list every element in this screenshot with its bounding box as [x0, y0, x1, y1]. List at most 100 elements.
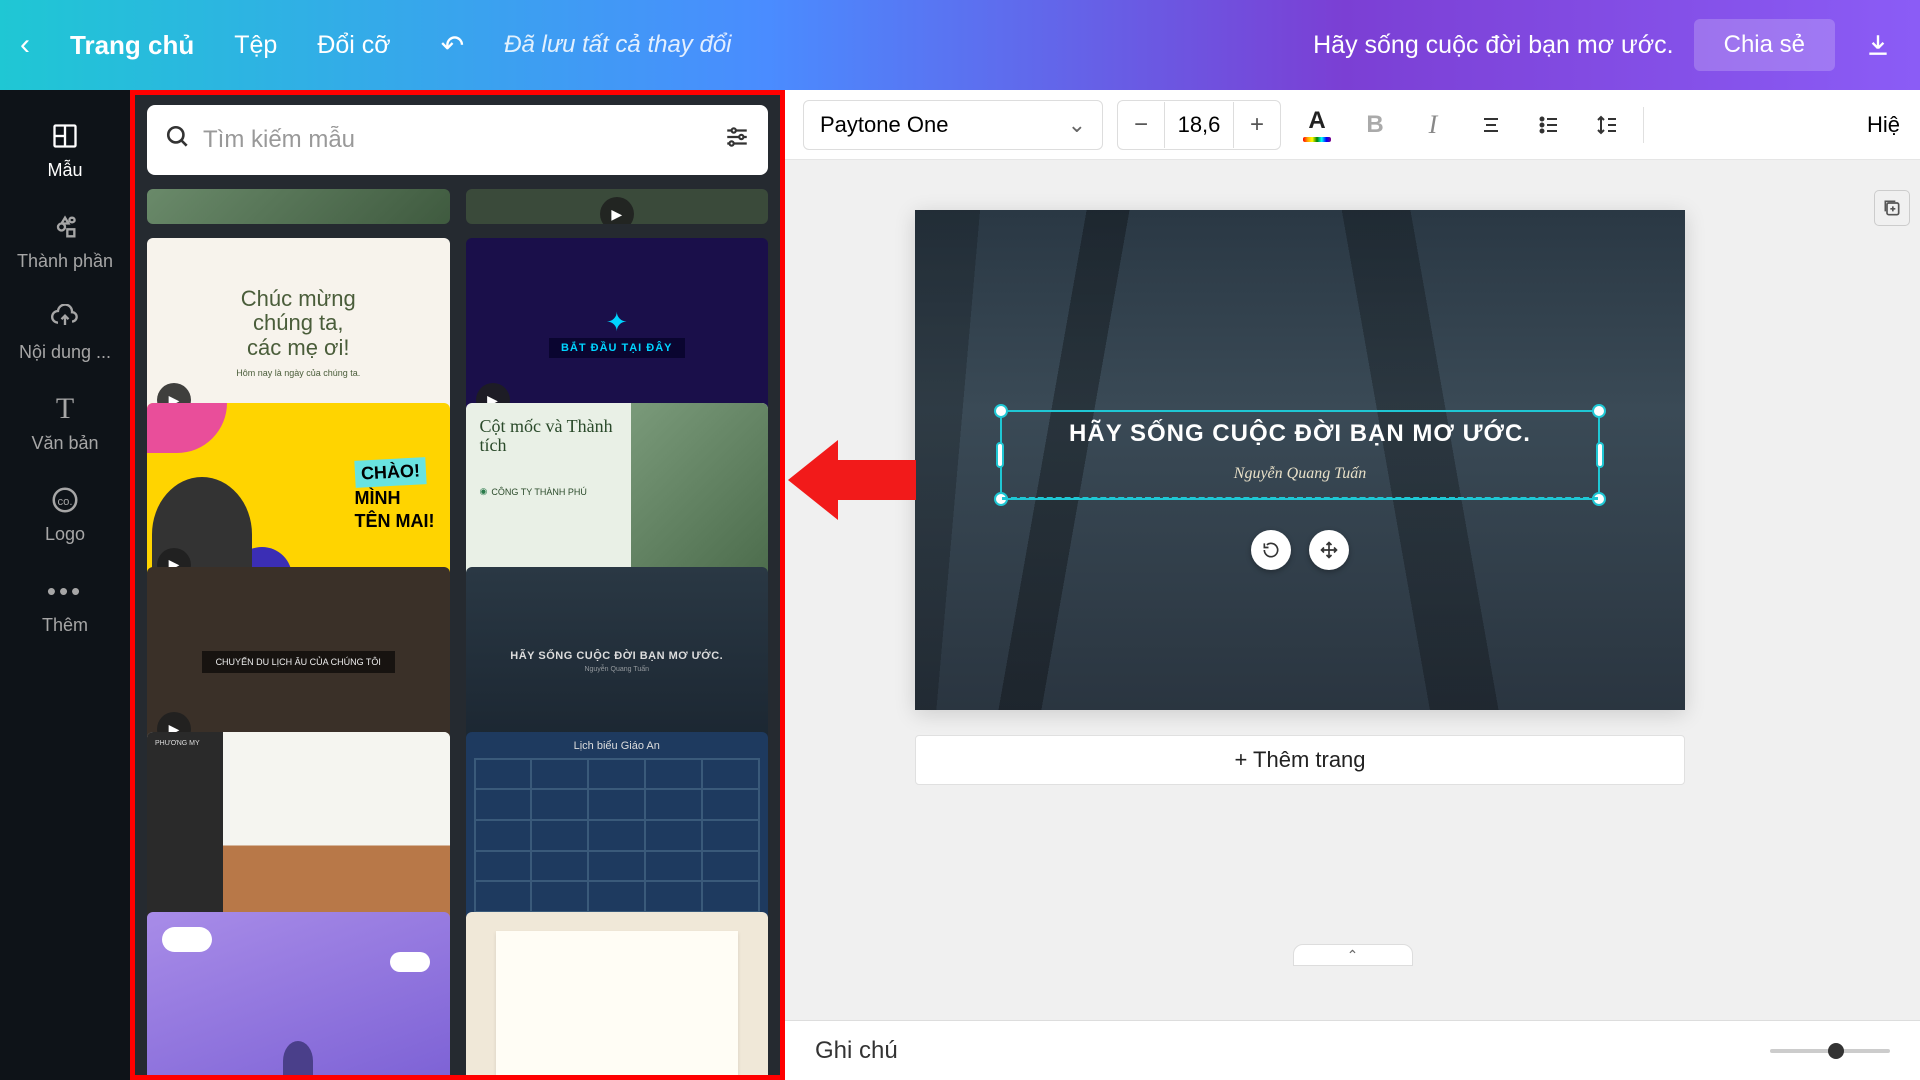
- template-card[interactable]: ▶: [466, 189, 769, 224]
- effects-button[interactable]: Hiệ: [1867, 112, 1902, 138]
- template-text: BẮT ĐẦU TẠI ĐÂY: [549, 338, 685, 358]
- template-card[interactable]: Chúc mừngchúng ta,các mẹ ơi! Hôm nay là …: [147, 238, 450, 427]
- templates-partial-row: ▶: [147, 189, 768, 224]
- file-menu[interactable]: Tệp: [234, 31, 277, 60]
- list-button[interactable]: [1527, 103, 1571, 147]
- svg-text:co.: co.: [57, 496, 72, 508]
- template-text: CHUYẾN DU LỊCH ÂU CỦA CHÚNG TÔI: [202, 651, 395, 673]
- logo-icon: co.: [49, 484, 81, 516]
- rotate-button[interactable]: [1251, 530, 1291, 570]
- duplicate-page-icon[interactable]: [1874, 190, 1910, 226]
- template-text: PHƯƠNG MY: [147, 732, 223, 921]
- annotation-arrow: [788, 430, 918, 535]
- selection-box: [1000, 410, 1600, 500]
- zoom-thumb[interactable]: [1828, 1043, 1844, 1059]
- toolbar-divider: [1643, 107, 1644, 143]
- template-text: Cột mốc và Thành tích: [480, 417, 617, 457]
- font-family-select[interactable]: Paytone One ⌄: [803, 100, 1103, 150]
- template-text: Hôm nay là ngày của chúng ta.: [236, 368, 360, 378]
- template-card[interactable]: HÃY SỐNG CUỘC ĐỜI BẠN MƠ ƯỚC. Nguyễn Qua…: [466, 567, 769, 756]
- chevron-down-icon: ⌄: [1068, 112, 1086, 138]
- filter-icon[interactable]: [724, 124, 750, 157]
- template-card[interactable]: TÍNH TỪBAY NHẢY: [147, 912, 450, 1075]
- sidebar-label: Nội dung ...: [19, 342, 111, 363]
- sidebar-text[interactable]: T Văn bản: [0, 378, 130, 469]
- sidebar-more[interactable]: ••• Thêm: [0, 560, 130, 651]
- resize-handle[interactable]: [1592, 404, 1606, 418]
- floating-tools: [1251, 530, 1349, 570]
- main-area: Mẫu Thành phần Nội dung ... T Văn bản co…: [0, 90, 1920, 1080]
- sidebar-label: Mẫu: [47, 160, 82, 181]
- editor-toolbar: Paytone One ⌄ − 18,6 + A B I: [785, 90, 1920, 160]
- resize-menu[interactable]: Đổi cỡ: [317, 31, 390, 60]
- move-button[interactable]: [1309, 530, 1349, 570]
- template-text: Chúc mừng: [241, 286, 356, 311]
- template-card[interactable]: Cột mốc và Thành tích ◉CÔNG TY THÀNH PHÚ: [466, 403, 769, 592]
- zoom-track[interactable]: [1770, 1049, 1890, 1053]
- template-text: các mẹ ơi!: [247, 335, 349, 360]
- font-size-increase[interactable]: +: [1234, 111, 1280, 139]
- notes-button[interactable]: Ghi chú: [815, 1037, 898, 1065]
- cloud-upload-icon: [49, 302, 81, 334]
- resize-handle[interactable]: [996, 442, 1004, 468]
- header-left-group: ‹ Trang chủ Tệp Đổi cỡ ↶ Đã lưu tất cả t…: [20, 28, 732, 62]
- home-link[interactable]: Trang chủ: [70, 30, 194, 61]
- template-text: TÊN MAI!: [355, 511, 435, 531]
- color-strip-icon: [1303, 137, 1331, 142]
- add-page-button[interactable]: + Thêm trang: [915, 735, 1685, 785]
- undo-icon[interactable]: ↶: [441, 29, 464, 62]
- more-icon: •••: [49, 575, 81, 607]
- template-graphic: ✦: [606, 307, 628, 338]
- sidebar-uploads[interactable]: Nội dung ...: [0, 287, 130, 378]
- spacing-button[interactable]: [1585, 103, 1629, 147]
- document-title[interactable]: Hãy sống cuộc đời bạn mơ ước.: [1313, 31, 1674, 60]
- zoom-slider[interactable]: [1770, 1049, 1890, 1053]
- italic-button[interactable]: I: [1411, 103, 1455, 147]
- templates-grid: Chúc mừngchúng ta,các mẹ ơi! Hôm nay là …: [147, 224, 768, 1075]
- template-text: MÌNH: [355, 488, 401, 508]
- font-size-group: − 18,6 +: [1117, 100, 1281, 150]
- download-button[interactable]: [1855, 23, 1900, 68]
- sidebar-label: Văn bản: [31, 433, 98, 454]
- bottom-bar: Ghi chú: [785, 1020, 1920, 1080]
- templates-icon: [49, 120, 81, 152]
- sidebar-label: Thêm: [42, 615, 88, 636]
- design-canvas[interactable]: HÃY SỐNG CUỘC ĐỜI BẠN MƠ ƯỚC. Nguyễn Qua…: [915, 210, 1685, 710]
- header-right-group: Hãy sống cuộc đời bạn mơ ước. Chia sẻ: [1313, 19, 1900, 71]
- template-search-box: [147, 105, 768, 175]
- align-button[interactable]: [1469, 103, 1513, 147]
- download-icon: [1865, 32, 1891, 58]
- bold-button[interactable]: B: [1353, 103, 1397, 147]
- template-card[interactable]: Lịch biểu Giáo An: [466, 732, 769, 921]
- template-card[interactable]: [466, 912, 769, 1075]
- font-size-value[interactable]: 18,6: [1164, 102, 1234, 148]
- search-icon: [165, 124, 191, 157]
- text-color-button[interactable]: A: [1295, 103, 1339, 147]
- template-text: CÔNG TY THÀNH PHÚ: [491, 487, 587, 497]
- icon-sidebar: Mẫu Thành phần Nội dung ... T Văn bản co…: [0, 90, 130, 1080]
- pages-expand-handle[interactable]: ⌃: [1293, 944, 1413, 966]
- resize-handle[interactable]: [994, 404, 1008, 418]
- template-card[interactable]: ✦ BẮT ĐẦU TẠI ĐÂY ▶: [466, 238, 769, 427]
- top-header: ‹ Trang chủ Tệp Đổi cỡ ↶ Đã lưu tất cả t…: [0, 0, 1920, 90]
- canvas-area: HÃY SỐNG CUỘC ĐỜI BẠN MƠ ƯỚC. Nguyễn Qua…: [785, 160, 1920, 1020]
- text-icon: T: [49, 393, 81, 425]
- template-card[interactable]: PHƯƠNG MY: [147, 732, 450, 921]
- template-card[interactable]: CHÀO!MÌNHTÊN MAI! ▶: [147, 403, 450, 592]
- sidebar-templates[interactable]: Mẫu: [0, 105, 130, 196]
- elements-icon: [49, 211, 81, 243]
- sidebar-logo[interactable]: co. Logo: [0, 469, 130, 560]
- editor-area: Paytone One ⌄ − 18,6 + A B I: [785, 90, 1920, 1080]
- resize-handle[interactable]: [1596, 442, 1604, 468]
- template-card[interactable]: [147, 189, 450, 224]
- sidebar-label: Thành phần: [17, 251, 113, 272]
- template-card[interactable]: CHUYẾN DU LỊCH ÂU CỦA CHÚNG TÔI ▶: [147, 567, 450, 756]
- back-chevron-icon[interactable]: ‹: [20, 28, 30, 62]
- font-size-decrease[interactable]: −: [1118, 111, 1164, 139]
- template-search-input[interactable]: [203, 126, 712, 154]
- share-button[interactable]: Chia sẻ: [1694, 19, 1835, 71]
- save-status: Đã lưu tất cả thay đổi: [504, 31, 731, 59]
- sidebar-elements[interactable]: Thành phần: [0, 196, 130, 287]
- template-text: CHÀO!: [354, 457, 426, 488]
- templates-panel: ▶ Chúc mừngchúng ta,các mẹ ơi! Hôm nay l…: [130, 90, 785, 1080]
